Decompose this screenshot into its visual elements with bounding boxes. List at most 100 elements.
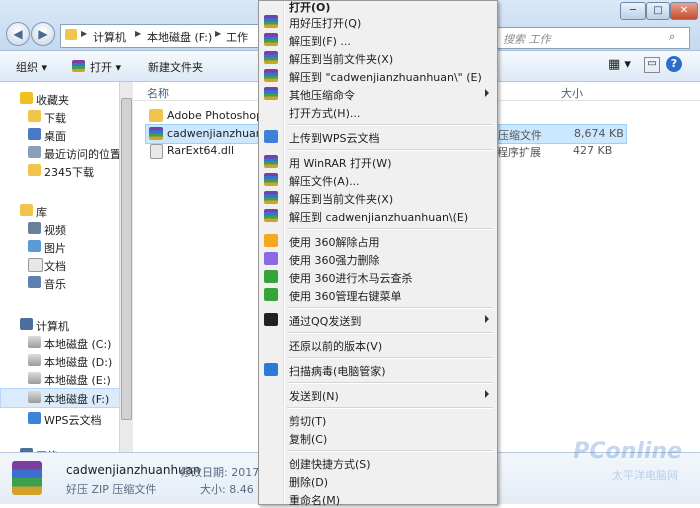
- menu-360-force-delete[interactable]: 使用 360强力删除: [259, 250, 497, 268]
- menu-winrar-open[interactable]: 用 WinRAR 打开(W): [259, 153, 497, 171]
- nav-recent[interactable]: 最近访问的位置: [0, 144, 121, 162]
- nav-videos[interactable]: 视频: [0, 220, 118, 238]
- menu-cut[interactable]: 剪切(T): [259, 411, 497, 429]
- winrar-icon: [264, 209, 278, 222]
- organize-label: 组织: [16, 61, 38, 74]
- watermark-sub: 太平洋电脑网: [612, 469, 678, 482]
- nav-2345-downloads[interactable]: 2345下载: [0, 162, 118, 180]
- view-options-icon[interactable]: ▦ ▾: [608, 57, 631, 72]
- haozip-icon: [264, 87, 278, 100]
- computer-icon: [20, 318, 33, 330]
- menu-label: 其他压缩命令: [289, 89, 355, 102]
- nav-favorites[interactable]: 收藏夹: [0, 90, 118, 108]
- menu-extract-named-winrar[interactable]: 解压到 cadwenjianzhuanhuan\(E): [259, 207, 497, 225]
- nav-wps-cloud[interactable]: WPS云文档: [0, 410, 118, 428]
- breadcrumb-drive-f[interactable]: 本地磁盘 (F:): [147, 29, 212, 45]
- menu-360-unlock[interactable]: 使用 360解除占用: [259, 232, 497, 250]
- nav-label: 图片: [44, 242, 66, 255]
- zip-archive-icon: [149, 127, 163, 140]
- nav-documents[interactable]: 文档: [0, 256, 118, 274]
- menu-qq-send[interactable]: 通过QQ发送到: [259, 311, 497, 329]
- nav-computer[interactable]: 计算机: [0, 316, 118, 334]
- nav-drive-e[interactable]: 本地磁盘 (E:): [0, 370, 118, 388]
- menu-360-scan[interactable]: 使用 360进行木马云查杀: [259, 268, 497, 286]
- menu-label: 删除(D): [289, 476, 329, 489]
- picture-library-icon: [28, 240, 41, 252]
- menu-separator: [287, 149, 493, 151]
- nav-drive-c[interactable]: 本地磁盘 (C:): [0, 334, 118, 352]
- drive-icon: [28, 354, 41, 366]
- nav-pictures[interactable]: 图片: [0, 238, 118, 256]
- menu-separator: [287, 357, 493, 359]
- menu-open-with[interactable]: 打开方式(H)...: [259, 103, 497, 121]
- menu-haozip-open[interactable]: 用好压打开(Q): [259, 13, 497, 31]
- column-name[interactable]: 名称: [147, 85, 169, 101]
- help-icon[interactable]: ?: [666, 56, 682, 72]
- menu-copy[interactable]: 复制(C): [259, 429, 497, 447]
- column-size[interactable]: 大小: [561, 85, 583, 101]
- breadcrumb-work[interactable]: 工作: [226, 29, 248, 45]
- nav-libraries[interactable]: 库: [0, 202, 118, 220]
- menu-extract-named[interactable]: 解压到 "cadwenjianzhuanhuan\" (E): [259, 67, 497, 85]
- menu-label: 使用 360管理右键菜单: [289, 290, 402, 303]
- nav-scrollbar-thumb[interactable]: [121, 98, 132, 420]
- menu-create-shortcut[interactable]: 创建快捷方式(S): [259, 454, 497, 472]
- menu-label: 使用 360进行木马云查杀: [289, 272, 413, 285]
- nav-drive-d[interactable]: 本地磁盘 (D:): [0, 352, 118, 370]
- menu-separator: [287, 450, 493, 452]
- menu-delete[interactable]: 删除(D): [259, 472, 497, 490]
- navigation-pane: 收藏夹 下载 桌面 最近访问的位置 2345下载 库 视频 图片 文档 音乐 计…: [0, 82, 121, 463]
- menu-label: 上传到WPS云文档: [289, 132, 380, 145]
- breadcrumb-arrow-icon: ▶: [215, 29, 222, 38]
- nav-music[interactable]: 音乐: [0, 274, 118, 292]
- menu-label: 解压到 "cadwenjianzhuanhuan\" (E): [289, 71, 482, 84]
- submenu-arrow-icon: [485, 315, 489, 323]
- address-bar[interactable]: ▶ 计算机 ▶ 本地磁盘 (F:) ▶ 工作: [60, 24, 262, 48]
- menu-label: 打开方式(H)...: [289, 107, 361, 120]
- drive-icon: [28, 391, 41, 403]
- winrar-icon: [264, 173, 278, 186]
- winrar-icon: [264, 155, 278, 168]
- nav-label: 收藏夹: [36, 94, 69, 107]
- nav-downloads[interactable]: 下载: [0, 108, 118, 126]
- menu-label: 还原以前的版本(V): [289, 340, 383, 353]
- zip-archive-large-icon: [12, 461, 42, 495]
- organize-button[interactable]: 组织 ▾: [16, 59, 47, 75]
- breadcrumb-computer[interactable]: 计算机: [93, 29, 126, 45]
- menu-upload-wps[interactable]: 上传到WPS云文档: [259, 128, 497, 146]
- menu-rename[interactable]: 重命名(M): [259, 490, 497, 508]
- video-library-icon: [28, 222, 41, 234]
- menu-360-manage[interactable]: 使用 360管理右键菜单: [259, 286, 497, 304]
- preview-pane-icon[interactable]: ▭: [644, 57, 660, 73]
- menu-extract-to[interactable]: 解压到(F) ...: [259, 31, 497, 49]
- drive-icon: [28, 336, 41, 348]
- menu-restore-versions[interactable]: 还原以前的版本(V): [259, 336, 497, 354]
- details-modified: 修改日期: 2017/9: [180, 466, 270, 479]
- menu-extract-here[interactable]: 解压到当前文件夹(X): [259, 49, 497, 67]
- menu-send-to[interactable]: 发送到(N): [259, 386, 497, 404]
- nav-label: 本地磁盘 (F:): [44, 393, 110, 406]
- drive-icon: [28, 372, 41, 384]
- menu-separator: [287, 124, 493, 126]
- forward-button[interactable]: ▶: [31, 22, 55, 46]
- search-input[interactable]: 搜索 工作 ⌕: [496, 27, 690, 49]
- open-button[interactable]: 打开 ▾: [90, 59, 121, 75]
- menu-label: 扫描病毒(电脑管家): [289, 365, 386, 378]
- back-button[interactable]: ◀: [6, 22, 30, 46]
- menu-other-compress[interactable]: 其他压缩命令: [259, 85, 497, 103]
- menu-extract-files[interactable]: 解压文件(A)...: [259, 171, 497, 189]
- new-folder-button[interactable]: 新建文件夹: [148, 59, 203, 75]
- nav-desktop[interactable]: 桌面: [0, 126, 118, 144]
- wps-cloud-icon: [264, 130, 278, 143]
- menu-label: 通过QQ发送到: [289, 315, 362, 328]
- menu-label: 解压到当前文件夹(X): [289, 193, 394, 206]
- menu-extract-here-winrar[interactable]: 解压到当前文件夹(X): [259, 189, 497, 207]
- minimize-button[interactable]: ─: [620, 2, 646, 20]
- submenu-arrow-icon: [485, 89, 489, 97]
- document-library-icon: [28, 258, 43, 272]
- close-button[interactable]: ✕: [670, 2, 698, 20]
- nav-drive-f[interactable]: 本地磁盘 (F:): [0, 388, 120, 408]
- menu-separator: [287, 382, 493, 384]
- menu-scan-virus[interactable]: 扫描病毒(电脑管家): [259, 361, 497, 379]
- maximize-button[interactable]: □: [646, 2, 670, 20]
